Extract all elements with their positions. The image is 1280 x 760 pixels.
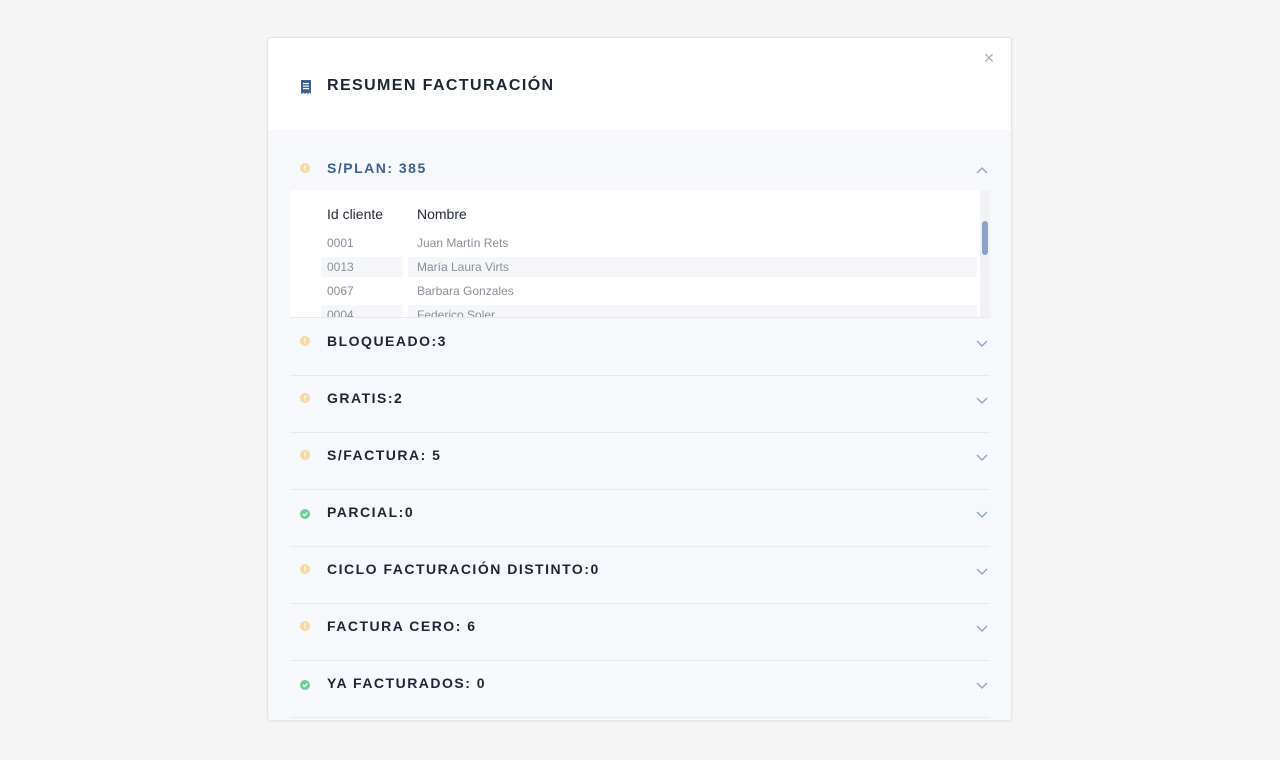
receipt-icon <box>300 80 312 94</box>
warning-icon <box>300 163 310 173</box>
section-header-s-plan[interactable]: S/PLAN: 385 <box>290 130 990 190</box>
warning-icon <box>300 621 310 631</box>
section-s-plan: S/PLAN: 385 Id cliente Nombre 0001 Juan … <box>290 130 990 318</box>
section-title: CICLO FACTURACIÓN DISTINTO:0 <box>327 561 600 577</box>
section-title: S/PLAN: 385 <box>327 160 427 176</box>
chevron-down-icon[interactable] <box>976 568 988 576</box>
warning-icon <box>300 336 310 346</box>
client-name: María Laura Virts <box>408 257 977 277</box>
chevron-down-icon[interactable] <box>976 682 988 690</box>
client-id: 0001 <box>327 236 354 250</box>
chevron-up-icon[interactable] <box>976 166 988 174</box>
column-header-id: Id cliente <box>327 206 384 222</box>
table-scrollbar[interactable] <box>980 190 990 317</box>
table-row[interactable]: 0004 Federico Soler <box>321 305 977 317</box>
section-title: PARCIAL:0 <box>327 504 415 520</box>
modal-title: RESUMEN FACTURACIÓN <box>327 77 555 94</box>
section-factura-cero[interactable]: FACTURA CERO: 6 <box>290 604 990 661</box>
client-name: Juan Martín Rets <box>417 236 509 250</box>
section-ya-facturados[interactable]: YA FACTURADOS: 0 <box>290 661 990 718</box>
warning-icon <box>300 564 310 574</box>
chevron-down-icon[interactable] <box>976 340 988 348</box>
warning-icon <box>300 450 310 460</box>
chevron-down-icon[interactable] <box>976 454 988 462</box>
section-title: BLOQUEADO:3 <box>327 333 447 349</box>
clients-table: Id cliente Nombre 0001 Juan Martín Rets … <box>290 190 990 318</box>
table-row[interactable]: 0001 Juan Martín Rets <box>321 233 977 253</box>
client-id: 0067 <box>327 284 354 298</box>
chevron-down-icon[interactable] <box>976 511 988 519</box>
client-id: 0004 <box>321 305 403 317</box>
billing-summary-modal: RESUMEN FACTURACIÓN × S/PLAN: 385 Id cli… <box>267 37 1012 721</box>
client-name: Barbara Gonzales <box>417 284 514 298</box>
check-circle-icon <box>300 509 310 519</box>
chevron-down-icon[interactable] <box>976 397 988 405</box>
section-parcial[interactable]: PARCIAL:0 <box>290 490 990 547</box>
section-title: YA FACTURADOS: 0 <box>327 675 487 691</box>
section-gratis[interactable]: GRATIS:2 <box>290 376 990 433</box>
close-button[interactable]: × <box>981 49 997 67</box>
check-circle-icon <box>300 680 310 690</box>
scrollbar-thumb[interactable] <box>982 221 988 255</box>
chevron-down-icon[interactable] <box>976 625 988 633</box>
column-header-name: Nombre <box>417 206 467 222</box>
section-s-factura[interactable]: S/FACTURA: 5 <box>290 433 990 490</box>
section-title: GRATIS:2 <box>327 390 404 406</box>
client-id: 0013 <box>321 257 403 277</box>
client-name: Federico Soler <box>408 305 977 317</box>
modal-body: S/PLAN: 385 Id cliente Nombre 0001 Juan … <box>268 130 1011 720</box>
modal-header: RESUMEN FACTURACIÓN × <box>268 38 1011 130</box>
table-row[interactable]: 0067 Barbara Gonzales <box>321 281 977 301</box>
section-bloqueado[interactable]: BLOQUEADO:3 <box>290 319 990 376</box>
section-title: FACTURA CERO: 6 <box>327 618 477 634</box>
section-ciclo-facturacion[interactable]: CICLO FACTURACIÓN DISTINTO:0 <box>290 547 990 604</box>
table-row[interactable]: 0013 María Laura Virts <box>321 257 977 277</box>
section-title: S/FACTURA: 5 <box>327 447 442 463</box>
warning-icon <box>300 393 310 403</box>
